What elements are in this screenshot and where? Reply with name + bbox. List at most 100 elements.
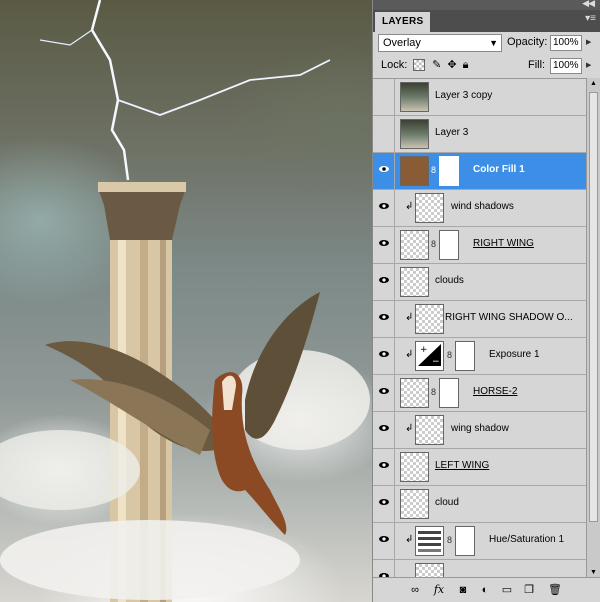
layer-thumbnail [400,230,429,260]
visibility-toggle[interactable] [373,412,395,448]
layer-row[interactable]: LEFT WING [373,449,587,486]
link-icon[interactable]: 8 [447,535,452,545]
add-mask-icon[interactable]: ◙ [455,582,471,598]
link-icon[interactable]: 8 [431,387,436,397]
layer-thumbnail [400,452,429,482]
lock-position-icon[interactable]: ✥ [447,58,456,71]
layer-thumbnail [400,378,429,408]
column-capital [98,188,186,240]
layer-thumbnail [400,267,429,297]
clipping-arrow-icon: ↲ [405,349,414,360]
blend-opacity-row: Overlay ▼ Opacity: 100% ▶ [373,32,600,56]
tab-layers[interactable]: LAYERS [375,12,431,32]
opacity-slider-icon[interactable]: ▶ [586,38,591,46]
layer-name: HORSE-2 [473,386,518,397]
chevron-down-icon: ▼ [489,38,498,48]
panel-title-bar: ◀◀ [373,0,600,10]
visibility-toggle[interactable] [373,153,395,189]
link-layers-icon[interactable]: ∞ [407,582,423,598]
layer-row[interactable]: ↲ wing shadow [373,412,587,449]
visibility-toggle[interactable] [373,79,395,115]
layer-name: RIGHT WING SHADOW O... [445,312,573,323]
lock-image-icon[interactable]: ✎ [432,58,441,71]
lightning-branch [117,59,331,116]
clipping-arrow-icon: ↲ [405,312,414,323]
layer-row-selected[interactable]: 8 Color Fill 1 [373,153,587,190]
artwork-illustration [0,0,370,602]
lock-label: Lock: [381,59,408,71]
layer-mask-thumbnail[interactable] [439,156,459,186]
fill-field[interactable]: 100% [550,58,582,74]
delete-layer-icon[interactable]: 🗑︎ [547,582,563,598]
layer-row[interactable]: ↲ 8 Hue/Saturation 1 [373,523,587,560]
eye-icon [379,166,389,172]
layer-name: Exposure 1 [489,349,540,360]
eye-icon [379,536,389,542]
visibility-toggle[interactable] [373,449,395,485]
eye-icon [379,425,389,431]
lock-transparent-icon[interactable] [413,59,425,72]
visibility-toggle[interactable] [373,486,395,522]
link-icon[interactable]: 8 [431,165,436,175]
visibility-toggle[interactable] [373,523,395,559]
opacity-field[interactable]: 100% [550,35,582,51]
eye-icon [379,314,389,320]
panel-menu-icon[interactable]: ▾≡ [585,13,596,24]
layer-row[interactable]: 8 HORSE-2 [373,375,587,412]
layers-panel: ◀◀ LAYERS ▾≡ Overlay ▼ Opacity: 100% ▶ L… [372,0,600,602]
eye-icon [379,351,389,357]
hue-saturation-adjustment-icon[interactable] [415,526,444,556]
layer-name: Layer 3 copy [435,90,493,101]
layer-mask-thumbnail[interactable] [439,230,459,260]
layer-row[interactable]: ↲ + − 8 Exposure 1 [373,338,587,375]
new-group-icon[interactable]: ▭ [499,582,515,598]
layer-thumbnail [415,415,444,445]
layer-thumbnail [415,304,444,334]
clipping-arrow-icon: ↲ [405,423,414,434]
visibility-toggle[interactable] [373,375,395,411]
layer-row[interactable]: cloud [373,486,587,523]
link-icon[interactable]: 8 [447,350,452,360]
layer-row[interactable]: clouds [373,264,587,301]
layer-thumbnail [400,489,429,519]
clipping-arrow-icon: ↲ [405,201,414,212]
visibility-toggle[interactable] [373,190,395,226]
collapse-icon[interactable]: ◀◀ [582,0,595,9]
layer-row[interactable]: ↲ RIGHT WING SHADOW O... [373,301,587,338]
layers-bottom-toolbar: ∞ fx ◙ ◐ ▭ ❐ 🗑︎ [373,577,600,602]
visibility-toggle[interactable] [373,301,395,337]
layer-row[interactable]: 8 RIGHT WING [373,227,587,264]
blend-mode-select[interactable]: Overlay ▼ [378,34,502,52]
fill-slider-icon[interactable]: ▶ [586,61,591,69]
link-icon[interactable]: 8 [431,239,436,249]
layer-row[interactable]: Layer 3 [373,116,587,153]
layer-list: Layer 3 copy Layer 3 8 Color Fill 1 ↲ wi… [373,78,587,579]
visibility-toggle[interactable] [373,264,395,300]
scroll-down-icon[interactable]: ▼ [590,569,597,576]
eye-icon [379,462,389,468]
lock-all-icon[interactable]: 🔒︎ [463,59,469,72]
layer-name: Layer 3 [435,127,469,138]
svg-text:+: + [420,345,428,355]
layer-mask-thumbnail[interactable] [455,526,475,556]
layer-list-scrollbar[interactable]: ▲ ▼ [586,78,600,578]
layer-row[interactable]: ↲ wind shadows [373,190,587,227]
document-canvas[interactable] [0,0,372,602]
opacity-label: Opacity: [507,36,548,48]
blend-mode-value: Overlay [383,37,421,49]
exposure-adjustment-icon[interactable]: + − [415,341,444,371]
visibility-toggle[interactable] [373,227,395,263]
layer-row[interactable]: Layer 3 copy [373,79,587,116]
scrollbar-thumb[interactable] [589,92,598,522]
new-adjustment-layer-icon[interactable]: ◐ [477,582,493,598]
new-layer-icon[interactable]: ❐ [521,582,537,598]
layer-mask-thumbnail[interactable] [439,378,459,408]
eye-icon [379,240,389,246]
visibility-toggle[interactable] [373,116,395,152]
layer-mask-thumbnail[interactable] [455,341,475,371]
clipping-arrow-icon: ↲ [405,534,414,545]
layer-style-fx-icon[interactable]: fx [431,582,447,598]
fill-color-thumbnail[interactable] [400,156,429,186]
scroll-up-icon[interactable]: ▲ [590,80,597,87]
visibility-toggle[interactable] [373,338,395,374]
